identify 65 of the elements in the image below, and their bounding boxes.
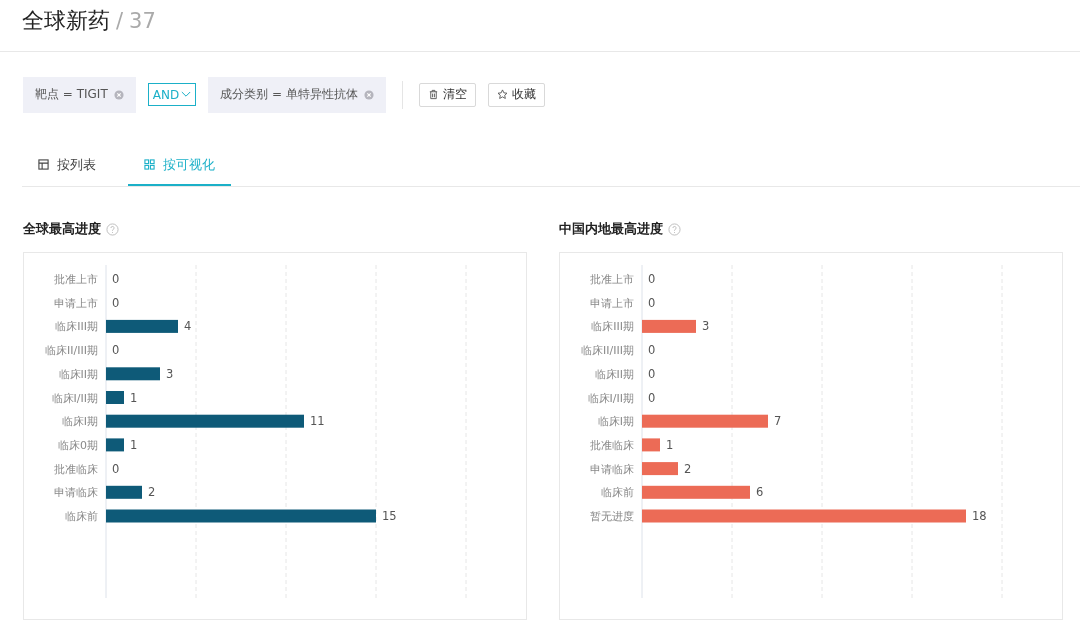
value-label: 3 [702,319,710,334]
category-label: 暂无进度 [590,510,634,523]
save-button[interactable]: 收藏 [487,82,545,107]
value-label: 0 [112,272,120,286]
grid-icon [144,159,155,170]
category-label: 申请临床 [54,486,98,500]
value-label: 15 [382,509,397,523]
chevron-icon [181,91,192,98]
value-label: 0 [648,272,656,286]
page-title: 全球新药 [22,7,110,35]
chart-title: 中国内地最高进度 [559,220,663,238]
category-label: 临床前 [65,510,98,523]
result-count: 37 [129,9,156,33]
clear-button[interactable]: 清空 [418,82,476,107]
value-label: 1 [130,437,138,452]
value-label: 1 [130,390,138,405]
value-label: 18 [972,509,987,523]
value-label: 0 [648,343,656,358]
help-icon[interactable] [668,222,681,236]
category-label: 批准上市 [54,273,98,286]
category-label: 批准上市 [590,273,634,286]
remove-icon[interactable] [113,89,124,100]
category-label: 临床I期 [597,415,634,429]
filter-text: 靶点 = TIGIT [35,86,108,103]
value-label: 0 [112,295,120,310]
value-label: 2 [148,485,156,500]
category-label: 临床I/II期 [587,391,634,405]
value-label: 0 [648,366,656,381]
trash-icon [427,89,439,100]
value-label: 4 [184,319,192,334]
category-label: 批准临床 [54,462,98,476]
value-label: 0 [112,343,120,358]
value-label: 3 [166,366,174,381]
title-separator: / [116,9,124,33]
category-label: 临床I期 [61,415,98,429]
value-label: 11 [310,414,325,429]
view-tab[interactable]: 按列表 [22,145,112,186]
category-label: 批准临床 [590,438,634,452]
category-label: 申请上市 [590,296,634,310]
filter-chip[interactable]: 成分类别 = 单特异性抗体 [208,76,386,113]
category-label: 临床前 [601,486,634,500]
help-icon[interactable] [106,222,119,236]
value-label: 6 [756,485,764,500]
value-label: 1 [666,437,674,452]
remove-icon[interactable] [363,89,374,100]
category-label: 临床0期 [58,438,98,452]
category-label: 申请上市 [54,296,98,310]
star-icon [496,89,508,100]
category-label: 临床I/II期 [51,391,98,405]
filter-text: 成分类别 = 单特异性抗体 [220,86,358,103]
value-label: 0 [648,295,656,310]
category-label: 临床II/III期 [45,344,98,358]
category-label: 临床II期 [594,367,634,381]
category-label: 临床II期 [58,367,98,381]
category-label: 临床II/III期 [581,344,634,358]
value-label: 0 [112,461,120,476]
category-label: 临床III期 [591,320,634,334]
value-label: 0 [648,390,656,405]
table-icon [38,159,49,170]
category-label: 申请临床 [590,462,634,476]
category-label: 临床III期 [55,320,98,334]
value-label: 7 [774,414,782,429]
value-label: 2 [684,461,692,476]
chart-title: 全球最高进度 [23,220,101,238]
filter-chip[interactable]: 靶点 = TIGIT [23,76,136,113]
